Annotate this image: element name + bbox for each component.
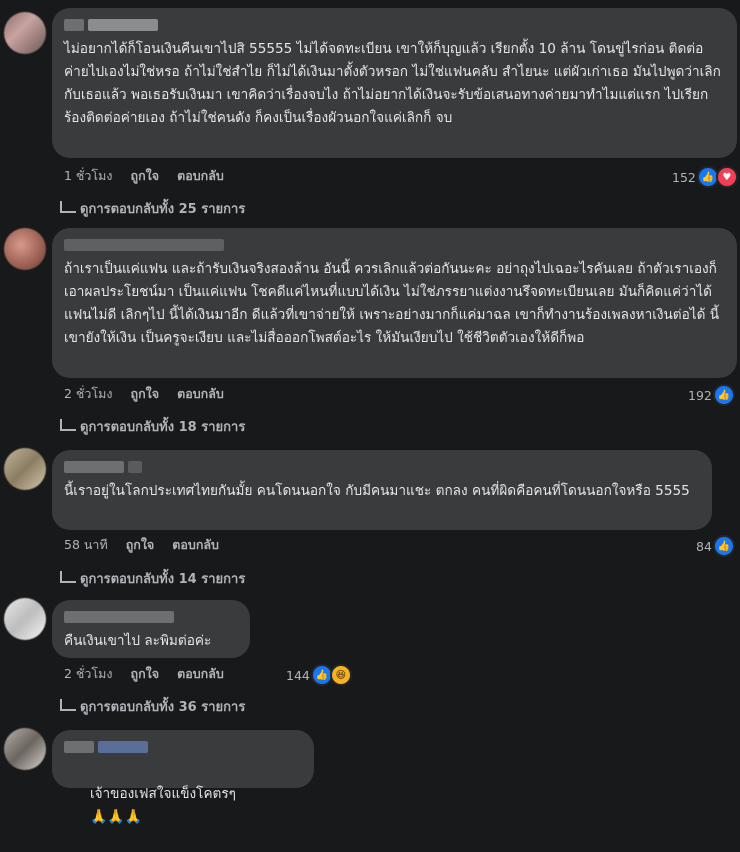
- like-button[interactable]: ถูกใจ: [126, 535, 155, 555]
- author-name[interactable]: [64, 16, 725, 34]
- comment-actions: 2 ชั่วโมง ถูกใจ ตอบกลับ: [64, 664, 242, 684]
- reaction-summary[interactable]: 84 👍: [696, 535, 735, 557]
- reply-button[interactable]: ตอบกลับ: [177, 384, 224, 404]
- comment-text: คืนเงินเขาไป ละพิมต่อค่ะ: [64, 633, 212, 649]
- comment-actions: 58 นาที ถูกใจ ตอบกลับ: [64, 535, 237, 555]
- reply-button[interactable]: ตอบกลับ: [177, 166, 224, 186]
- avatar[interactable]: [4, 228, 46, 270]
- haha-reaction-icon: 😆: [329, 664, 352, 686]
- pray-emoji-icon: 🙏🙏🙏: [89, 809, 143, 825]
- comment-bubble: ถ้าเราเป็นแค่แฟน และถ้ารับเงินจริงสองล้า…: [52, 228, 737, 378]
- comment-text: เจ้าของเฟสใจแข็งโคตรๆ 🙏🙏🙏: [89, 786, 236, 825]
- comment-text: ไม่อยากได้ก็โอนเงินคืนเขาไปสิ 55555 ไม่ไ…: [64, 41, 721, 126]
- view-replies-link[interactable]: ดูการตอบกลับทั้ง 14 รายการ: [60, 568, 245, 589]
- like-reaction-icon: 👍: [712, 535, 735, 557]
- timestamp[interactable]: 2 ชั่วโมง: [64, 384, 113, 404]
- reply-arrow-icon: [60, 418, 76, 431]
- avatar[interactable]: [4, 448, 46, 490]
- view-replies-link[interactable]: ดูการตอบกลับทั้ง 25 รายการ: [60, 198, 245, 219]
- author-name[interactable]: [64, 458, 700, 476]
- comment-text: ถ้าเราเป็นแค่แฟน และถ้ารับเงินจริงสองล้า…: [64, 261, 720, 346]
- timestamp[interactable]: 1 ชั่วโมง: [64, 166, 113, 186]
- like-reaction-icon: 👍: [712, 384, 735, 406]
- comment-bubble: ไม่อยากได้ก็โอนเงินคืนเขาไปสิ 55555 ไม่ไ…: [52, 8, 737, 158]
- like-button[interactable]: ถูกใจ: [131, 384, 160, 404]
- author-name[interactable]: [64, 236, 725, 254]
- reaction-count: 144: [286, 667, 310, 683]
- comment-bubble: คืนเงินเขาไป ละพิมต่อค่ะ: [52, 600, 250, 658]
- author-name[interactable]: [64, 608, 238, 626]
- avatar[interactable]: [4, 598, 46, 640]
- comment-actions: 2 ชั่วโมง ถูกใจ ตอบกลับ: [64, 384, 242, 404]
- reply-arrow-icon: [60, 698, 76, 711]
- comment-text: นี้เราอยู่ในโลกประเทศไทยกันมั้ย คนโดนนอก…: [64, 483, 690, 499]
- reply-arrow-icon: [60, 200, 76, 213]
- love-reaction-icon: ♥: [715, 166, 738, 188]
- comment-bubble: นี้เราอยู่ในโลกประเทศไทยกันมั้ย คนโดนนอก…: [52, 450, 712, 530]
- view-replies-link[interactable]: ดูการตอบกลับทั้ง 18 รายการ: [60, 416, 245, 437]
- author-name[interactable]: [64, 738, 302, 756]
- reaction-count: 152: [672, 169, 696, 185]
- comment-actions: 1 ชั่วโมง ถูกใจ ตอบกลับ: [64, 166, 242, 186]
- reply-button[interactable]: ตอบกลับ: [172, 535, 219, 555]
- reply-button[interactable]: ตอบกลับ: [177, 664, 224, 684]
- timestamp[interactable]: 2 ชั่วโมง: [64, 664, 113, 684]
- reaction-summary[interactable]: 152 👍 ♥: [672, 166, 738, 188]
- reaction-count: 192: [688, 387, 712, 403]
- avatar[interactable]: [4, 12, 46, 54]
- view-replies-link[interactable]: ดูการตอบกลับทั้ง 36 รายการ: [60, 696, 245, 717]
- like-button[interactable]: ถูกใจ: [131, 166, 160, 186]
- reaction-count: 84: [696, 538, 712, 554]
- reaction-summary[interactable]: 144 👍 😆: [286, 664, 352, 686]
- like-button[interactable]: ถูกใจ: [131, 664, 160, 684]
- reply-arrow-icon: [60, 570, 76, 583]
- reaction-summary[interactable]: 192 👍: [688, 384, 735, 406]
- timestamp[interactable]: 58 นาที: [64, 535, 108, 555]
- avatar[interactable]: [4, 728, 46, 770]
- comment-bubble: เจ้าของเฟสใจแข็งโคตรๆ 🙏🙏🙏: [52, 730, 314, 825]
